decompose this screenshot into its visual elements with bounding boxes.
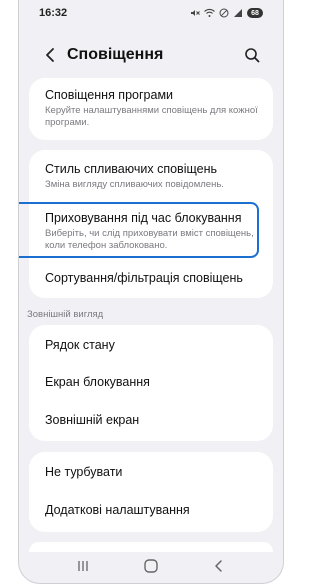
home-button[interactable] (141, 558, 161, 574)
item-title: Зовнішній екран (45, 413, 140, 427)
search-icon (245, 48, 260, 63)
item-title: Екран блокування (45, 375, 150, 389)
chevron-left-icon (46, 48, 54, 62)
page-title: Сповіщення (67, 46, 164, 63)
list-item-lock-screen[interactable]: Екран блокування (29, 363, 273, 402)
item-subtitle: Виберіть, чи слід приховувати вміст спов… (45, 228, 254, 251)
item-title: Стиль спливаючих сповіщень (45, 162, 217, 176)
list-item-do-not-disturb[interactable]: Не турбувати (29, 452, 273, 492)
next-card-peek (29, 542, 273, 552)
item-title: Додаткові налаштування (45, 503, 190, 517)
card-appearance: Рядок стану Екран блокування Зовнішній е… (29, 325, 273, 441)
list-item-hide-on-lock[interactable]: Приховування під час блокування Виберіть… (29, 202, 273, 260)
wifi-icon (204, 8, 215, 17)
item-subtitle: Зміна вигляду спливаючих повідомлень. (45, 179, 224, 190)
card-other: Не турбувати Додаткові налаштування (29, 452, 273, 532)
list-item-advanced-settings[interactable]: Додаткові налаштування (29, 492, 273, 532)
app-bar: Сповіщення (19, 36, 283, 76)
card-app-notifications: Сповіщення програми Керуйте налаштування… (29, 78, 273, 140)
list-item-app-notifications[interactable]: Сповіщення програми Керуйте налаштування… (29, 78, 273, 140)
card-popup-settings: Стиль спливаючих сповіщень Зміна вигляду… (29, 150, 273, 298)
list-item-sort-filter[interactable]: Сортування/фільтрація сповіщень (29, 260, 273, 298)
signal-icon (234, 9, 242, 17)
item-title: Сповіщення програми (45, 88, 174, 102)
item-title: Приховування під час блокування (45, 211, 242, 225)
status-icons: 68 (190, 8, 263, 18)
recents-icon (78, 561, 88, 571)
item-title: Сортування/фільтрація сповіщень (45, 271, 243, 285)
item-subtitle: Керуйте налаштуваннями сповіщень для кож… (45, 105, 258, 128)
battery-icon: 68 (247, 8, 263, 18)
list-item-popup-style[interactable]: Стиль спливаючих сповіщень Зміна вигляду… (29, 150, 273, 202)
do-not-disturb-icon (219, 8, 229, 18)
search-button[interactable] (241, 44, 263, 66)
back-button[interactable] (39, 44, 61, 66)
item-title: Не турбувати (45, 465, 123, 479)
status-time: 16:32 (39, 7, 68, 19)
section-label-appearance: Зовнішній вигляд (27, 309, 104, 320)
list-item-cover-screen[interactable]: Зовнішній екран (29, 402, 273, 441)
home-icon (144, 559, 158, 573)
status-bar: 16:32 68 (19, 0, 283, 26)
list-item-status-bar[interactable]: Рядок стану (29, 325, 273, 363)
item-title: Рядок стану (45, 338, 115, 352)
mute-icon (191, 10, 200, 16)
nav-back-button[interactable] (209, 558, 229, 574)
navigation-bar (19, 556, 283, 576)
phone-screen: 16:32 68 Сповіщення Сповіщення програми … (18, 0, 284, 584)
back-icon (215, 560, 222, 572)
recents-button[interactable] (73, 558, 93, 574)
